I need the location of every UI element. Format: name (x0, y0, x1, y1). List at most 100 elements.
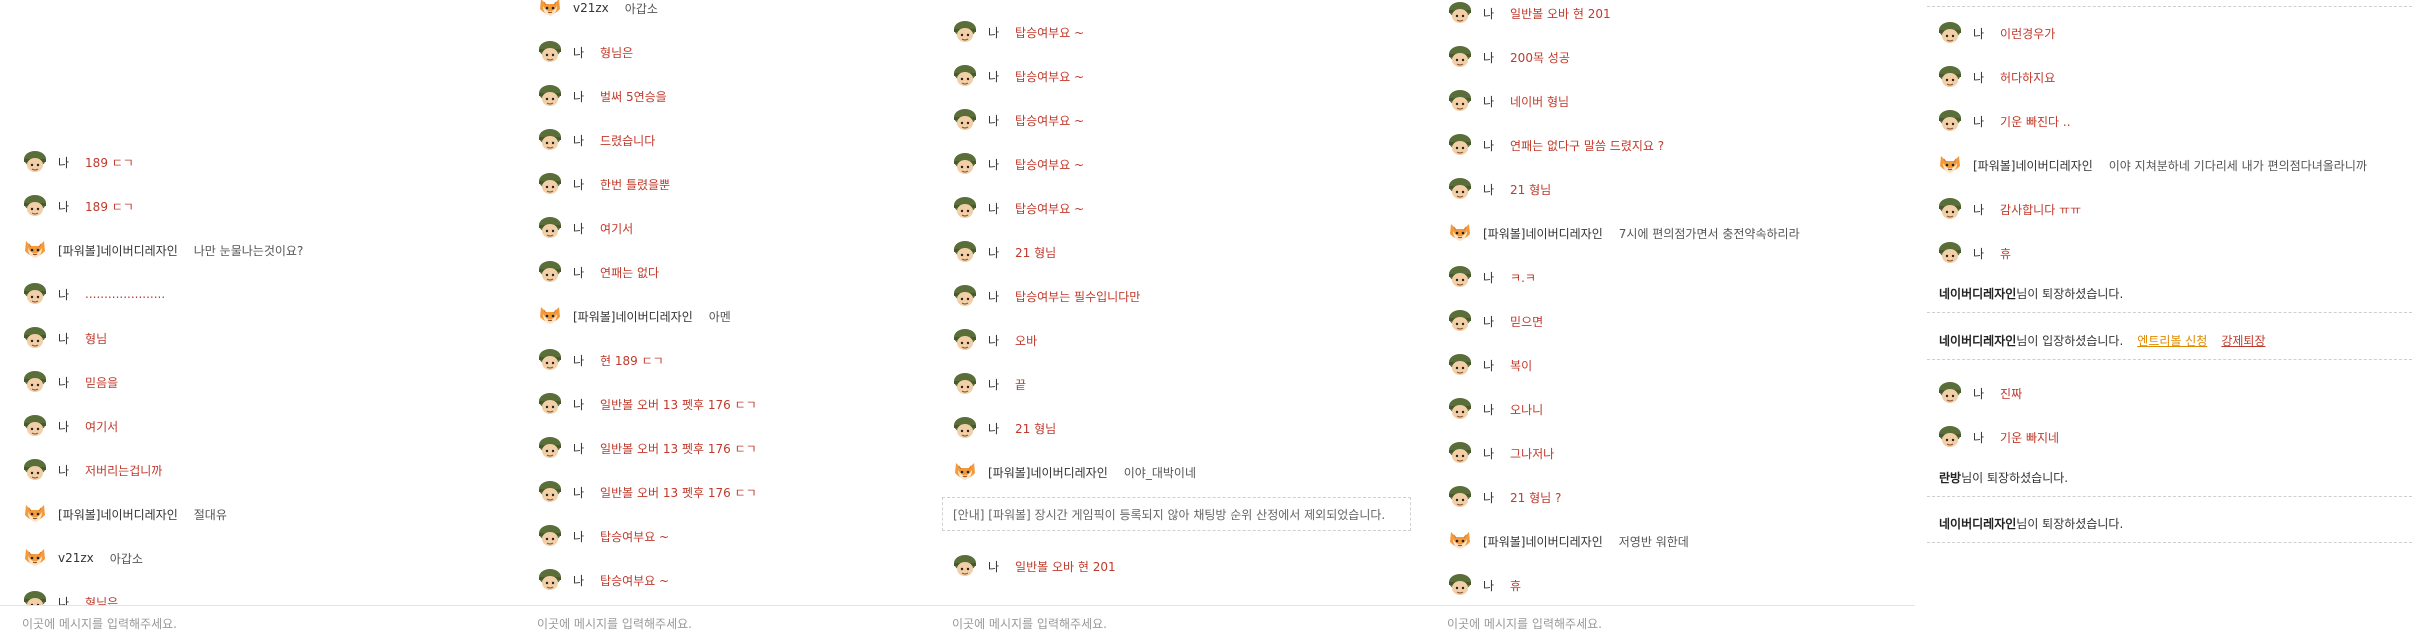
message-nickname[interactable]: 나 (58, 330, 69, 347)
soldier-avatar-icon[interactable] (952, 196, 978, 220)
kick-user-link[interactable]: 강제퇴장 (2221, 332, 2265, 349)
cat-avatar-icon[interactable] (22, 502, 48, 526)
cat-avatar-icon[interactable] (1937, 153, 1963, 177)
message-nickname[interactable]: 나 (988, 288, 999, 305)
message-nickname[interactable]: 나 (573, 44, 584, 61)
message-nickname[interactable]: 나 (988, 68, 999, 85)
message-nickname[interactable]: 나 (58, 198, 69, 215)
soldier-avatar-icon[interactable] (1447, 177, 1473, 201)
soldier-avatar-icon[interactable] (22, 194, 48, 218)
message-nickname[interactable]: 나 (1973, 113, 1984, 130)
message-nickname[interactable]: 나 (58, 286, 69, 303)
soldier-avatar-icon[interactable] (537, 40, 563, 64)
message-nickname[interactable]: [파워볼]네이버디레자인 (1483, 533, 1603, 550)
message-nickname[interactable]: [파워볼]네이버디레자인 (573, 308, 693, 325)
message-nickname[interactable]: 나 (1483, 577, 1494, 594)
soldier-avatar-icon[interactable] (952, 284, 978, 308)
message-nickname[interactable]: 나 (1483, 49, 1494, 66)
soldier-avatar-icon[interactable] (952, 328, 978, 352)
message-nickname[interactable]: 나 (573, 132, 584, 149)
message-nickname[interactable]: 나 (988, 376, 999, 393)
message-nickname[interactable]: v21zx (573, 1, 609, 15)
message-nickname[interactable]: 나 (1973, 245, 1984, 262)
soldier-avatar-icon[interactable] (952, 240, 978, 264)
message-nickname[interactable]: 나 (988, 420, 999, 437)
soldier-avatar-icon[interactable] (22, 370, 48, 394)
message-nickname[interactable]: 나 (573, 396, 584, 413)
soldier-avatar-icon[interactable] (537, 436, 563, 460)
entry-request-link[interactable]: 엔트리볼 신청 (2137, 332, 2207, 349)
message-nickname[interactable]: 나 (988, 112, 999, 129)
soldier-avatar-icon[interactable] (22, 458, 48, 482)
soldier-avatar-icon[interactable] (537, 524, 563, 548)
soldier-avatar-icon[interactable] (537, 480, 563, 504)
message-nickname[interactable]: 나 (1973, 385, 1984, 402)
message-nickname[interactable]: [파워볼]네이버디레자인 (58, 242, 178, 259)
soldier-avatar-icon[interactable] (1447, 485, 1473, 509)
cat-avatar-icon[interactable] (952, 460, 978, 484)
soldier-avatar-icon[interactable] (1937, 65, 1963, 89)
message-nickname[interactable]: 나 (988, 558, 999, 575)
message-nickname[interactable]: 나 (1483, 93, 1494, 110)
message-nickname[interactable]: 나 (1483, 313, 1494, 330)
soldier-avatar-icon[interactable] (952, 372, 978, 396)
message-nickname[interactable]: 나 (58, 418, 69, 435)
cat-avatar-icon[interactable] (1447, 529, 1473, 553)
cat-avatar-icon[interactable] (537, 304, 563, 328)
message-input[interactable] (950, 614, 1354, 634)
soldier-avatar-icon[interactable] (1447, 309, 1473, 333)
message-nickname[interactable]: 나 (573, 484, 584, 501)
message-nickname[interactable]: 나 (988, 24, 999, 41)
soldier-avatar-icon[interactable] (1937, 197, 1963, 221)
message-nickname[interactable]: 나 (573, 528, 584, 545)
soldier-avatar-icon[interactable] (537, 568, 563, 592)
message-nickname[interactable]: 나 (58, 462, 69, 479)
message-nickname[interactable]: 나 (1483, 401, 1494, 418)
message-input[interactable] (535, 614, 930, 634)
soldier-avatar-icon[interactable] (537, 128, 563, 152)
message-nickname[interactable]: [파워볼]네이버디레자인 (1973, 157, 2093, 174)
soldier-avatar-icon[interactable] (1447, 89, 1473, 113)
soldier-avatar-icon[interactable] (537, 84, 563, 108)
soldier-avatar-icon[interactable] (537, 260, 563, 284)
message-nickname[interactable]: 나 (1973, 25, 1984, 42)
message-input[interactable] (20, 614, 424, 634)
soldier-avatar-icon[interactable] (1937, 425, 1963, 449)
soldier-avatar-icon[interactable] (1937, 109, 1963, 133)
soldier-avatar-icon[interactable] (952, 152, 978, 176)
soldier-avatar-icon[interactable] (1937, 381, 1963, 405)
message-nickname[interactable]: 나 (1483, 357, 1494, 374)
soldier-avatar-icon[interactable] (1937, 21, 1963, 45)
soldier-avatar-icon[interactable] (22, 414, 48, 438)
message-nickname[interactable]: 나 (1483, 181, 1494, 198)
soldier-avatar-icon[interactable] (1447, 397, 1473, 421)
soldier-avatar-icon[interactable] (952, 64, 978, 88)
message-nickname[interactable]: 나 (1483, 5, 1494, 22)
cat-avatar-icon[interactable] (537, 0, 563, 20)
message-nickname[interactable]: 나 (988, 244, 999, 261)
soldier-avatar-icon[interactable] (537, 216, 563, 240)
message-nickname[interactable]: 나 (58, 154, 69, 171)
soldier-avatar-icon[interactable] (1447, 353, 1473, 377)
message-nickname[interactable]: v21zx (58, 551, 94, 565)
soldier-avatar-icon[interactable] (1447, 45, 1473, 69)
message-nickname[interactable]: 나 (1483, 269, 1494, 286)
message-nickname[interactable]: 나 (573, 88, 584, 105)
message-nickname[interactable]: 나 (1973, 69, 1984, 86)
message-nickname[interactable]: 나 (573, 440, 584, 457)
message-nickname[interactable]: 나 (58, 374, 69, 391)
message-nickname[interactable]: 나 (573, 264, 584, 281)
message-nickname[interactable]: [파워볼]네이버디레자인 (988, 464, 1108, 481)
message-nickname[interactable]: 나 (988, 156, 999, 173)
message-nickname[interactable]: 나 (1483, 445, 1494, 462)
cat-avatar-icon[interactable] (22, 546, 48, 570)
soldier-avatar-icon[interactable] (537, 172, 563, 196)
soldier-avatar-icon[interactable] (952, 416, 978, 440)
soldier-avatar-icon[interactable] (1447, 573, 1473, 597)
soldier-avatar-icon[interactable] (1447, 441, 1473, 465)
message-nickname[interactable]: 나 (573, 572, 584, 589)
soldier-avatar-icon[interactable] (952, 20, 978, 44)
soldier-avatar-icon[interactable] (952, 108, 978, 132)
message-nickname[interactable]: 나 (1483, 137, 1494, 154)
soldier-avatar-icon[interactable] (537, 348, 563, 372)
